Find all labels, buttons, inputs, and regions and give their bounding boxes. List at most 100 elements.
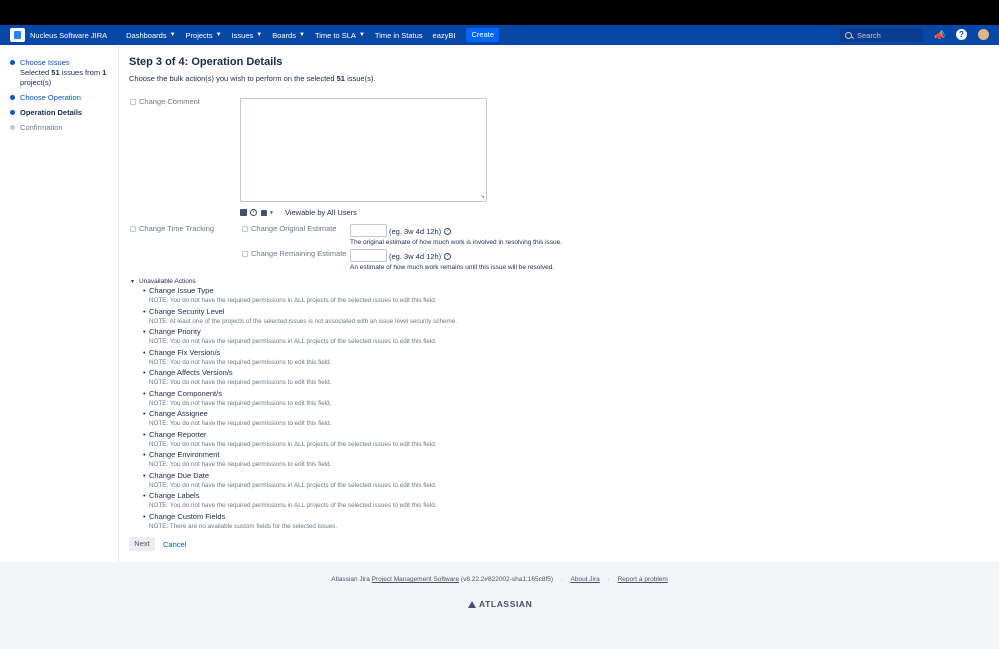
unavailable-heading: Unavailable Actions: [138, 278, 196, 285]
change-time-tracking-option[interactable]: Change Time Tracking: [130, 224, 214, 233]
step-label: Confirmation: [20, 123, 63, 132]
wiki-markup-icon[interactable]: [240, 209, 247, 216]
unavailable-action-note: NOTE: You do not have the required permi…: [149, 440, 437, 448]
step-dot: [10, 125, 15, 130]
original-estimate-label: Change Original Estimate: [251, 224, 337, 233]
footer-pms-link[interactable]: Project Management Software: [372, 576, 459, 583]
nav-item-eazybi[interactable]: eazyBI: [433, 31, 456, 40]
nav-item-label: Boards: [272, 30, 296, 40]
atlassian-wordmark: ATLASSIAN: [479, 599, 533, 609]
unavailable-action-note: NOTE: You do not have the required permi…: [149, 420, 332, 427]
nav-item-label: Projects: [185, 30, 213, 40]
app-title: Nucleus Software JIRA: [30, 30, 108, 40]
chevron-down-icon: ▼: [358, 32, 365, 38]
nav-item-issues[interactable]: Issues ▼: [232, 31, 263, 40]
unavailable-action-title: Change Labels: [143, 491, 200, 500]
resize-grip-icon[interactable]: ↘: [480, 193, 485, 200]
unavailable-actions-toggle[interactable]: ▼ Unavailable Actions: [130, 278, 196, 285]
unavailable-action-note: NOTE: There are no available custom fiel…: [149, 522, 338, 530]
footer-separator: ·: [560, 576, 564, 583]
comment-toolbar: ? ▼ Viewable by All Users: [240, 208, 357, 217]
nav-item-time-in-status[interactable]: Time in Status: [375, 31, 423, 40]
chevron-down-icon: ▼: [169, 32, 176, 38]
original-estimate-input[interactable]: [350, 224, 387, 237]
cancel-link[interactable]: Cancel: [163, 540, 186, 549]
chevron-down-icon: ▼: [298, 32, 305, 38]
original-estimate-checkbox[interactable]: [242, 225, 248, 232]
step-dot: [10, 95, 15, 100]
change-time-tracking-label: Change Time Tracking: [139, 224, 215, 233]
app-logo[interactable]: Nucleus Software JIRA: [10, 25, 107, 45]
unavailable-action-note: NOTE: You do not have the required permi…: [149, 502, 437, 509]
chevron-down-icon: ▼: [215, 32, 222, 38]
unavailable-action-note: NOTE: You do not have the required permi…: [149, 379, 332, 386]
nav-item-time-to-sla[interactable]: Time to SLA ▼: [315, 31, 365, 40]
step-label[interactable]: Choose Issues: [20, 58, 70, 67]
selected-prefix: Selected: [20, 68, 50, 77]
intro-prefix: Choose the bulk action(s) you wish to pe…: [129, 74, 335, 83]
footer-separator: ·: [607, 576, 610, 583]
remaining-estimate-hint: (eg. 3w 4d 12h) ?: [389, 252, 452, 261]
selected-mid: issues from: [61, 68, 101, 77]
nav-item-label: Time in Status: [374, 30, 423, 40]
change-comment-option[interactable]: Change Comment: [130, 97, 200, 106]
remaining-estimate-desc: An estimate of how much work remains unt…: [350, 264, 555, 271]
atlassian-logo[interactable]: ATLASSIAN: [468, 599, 532, 609]
unavailable-action-title: Change Security Level: [143, 307, 225, 316]
footer-report-link[interactable]: Report a problem: [618, 576, 668, 583]
original-estimate-desc: The original estimate of how much work i…: [350, 239, 563, 246]
change-comment-label: Change Comment: [139, 97, 200, 106]
lock-icon[interactable]: [261, 209, 267, 216]
nav-item-label: eazyBI: [432, 30, 456, 40]
unavailable-action-note: NOTE: You do not have the required permi…: [149, 338, 437, 345]
step-label: Operation Details: [20, 108, 83, 117]
unavailable-action-title: Change Assignee: [143, 409, 208, 418]
help-icon[interactable]: ?: [444, 253, 452, 260]
comment-visibility[interactable]: Viewable by All Users: [285, 208, 357, 217]
next-button[interactable]: Next: [129, 537, 155, 551]
unavailable-action-note: NOTE: You do not have the required permi…: [149, 358, 332, 366]
unavailable-action-note: NOTE: You do not have the required permi…: [149, 399, 332, 407]
step-label[interactable]: Choose Operation: [20, 93, 81, 102]
nav-item-dashboards[interactable]: Dashboards ▼: [126, 31, 175, 40]
help-icon[interactable]: ?: [444, 228, 452, 235]
footer-links: Atlassian Jira Project Management Softwa…: [0, 576, 999, 583]
remaining-estimate-label: Change Remaining Estimate: [251, 249, 347, 258]
page-title: Step 3 of 4: Operation Details: [129, 56, 283, 68]
search-input[interactable]: Search: [840, 28, 923, 42]
window-top-bar: [0, 0, 999, 25]
help-icon[interactable]: ?: [956, 29, 967, 40]
megaphone-icon[interactable]: 📣: [934, 29, 946, 41]
remaining-estimate-option[interactable]: Change Remaining Estimate: [242, 249, 346, 258]
nav-item-projects[interactable]: Projects ▼: [186, 31, 222, 40]
change-comment-checkbox[interactable]: [130, 98, 136, 105]
unavailable-action-title: Change Due Date: [143, 471, 209, 480]
original-estimate-hint-text: (eg. 3w 4d 12h): [389, 227, 442, 236]
chevron-down-icon[interactable]: ▼: [269, 210, 274, 216]
search-placeholder: Search: [857, 30, 881, 40]
step-dot: [10, 60, 15, 65]
search-icon: [845, 31, 852, 39]
intro-text: Choose the bulk action(s) you wish to pe…: [129, 74, 375, 83]
remaining-estimate-hint-text: (eg. 3w 4d 12h): [389, 252, 442, 261]
unavailable-action-title: Change Issue Type: [143, 286, 213, 295]
change-time-tracking-checkbox[interactable]: [130, 225, 136, 232]
remaining-estimate-input[interactable]: [350, 249, 387, 262]
unavailable-action-title: Change Environment: [143, 450, 220, 459]
unavailable-action-note: NOTE: At least one of the projects of th…: [149, 317, 458, 325]
footer-about-link[interactable]: About Jira: [571, 576, 600, 583]
remaining-estimate-checkbox[interactable]: [242, 250, 248, 257]
create-button[interactable]: Create: [466, 28, 499, 42]
nav-item-label: Issues: [231, 30, 254, 40]
nav-item-boards[interactable]: Boards ▼: [272, 31, 305, 40]
selected-suffix: project(s): [20, 78, 52, 87]
selected-count: 51: [51, 68, 60, 77]
unavailable-action-note: NOTE: You do not have the required permi…: [149, 461, 332, 468]
atlassian-logo-icon: [468, 600, 476, 608]
help-icon[interactable]: ?: [250, 209, 257, 216]
nav-item-label: Dashboards: [126, 30, 167, 40]
comment-textarea[interactable]: ↘: [240, 98, 487, 202]
avatar[interactable]: [978, 29, 989, 40]
original-estimate-option[interactable]: Change Original Estimate: [242, 224, 336, 233]
unavailable-action-title: Change Reporter: [143, 430, 207, 439]
